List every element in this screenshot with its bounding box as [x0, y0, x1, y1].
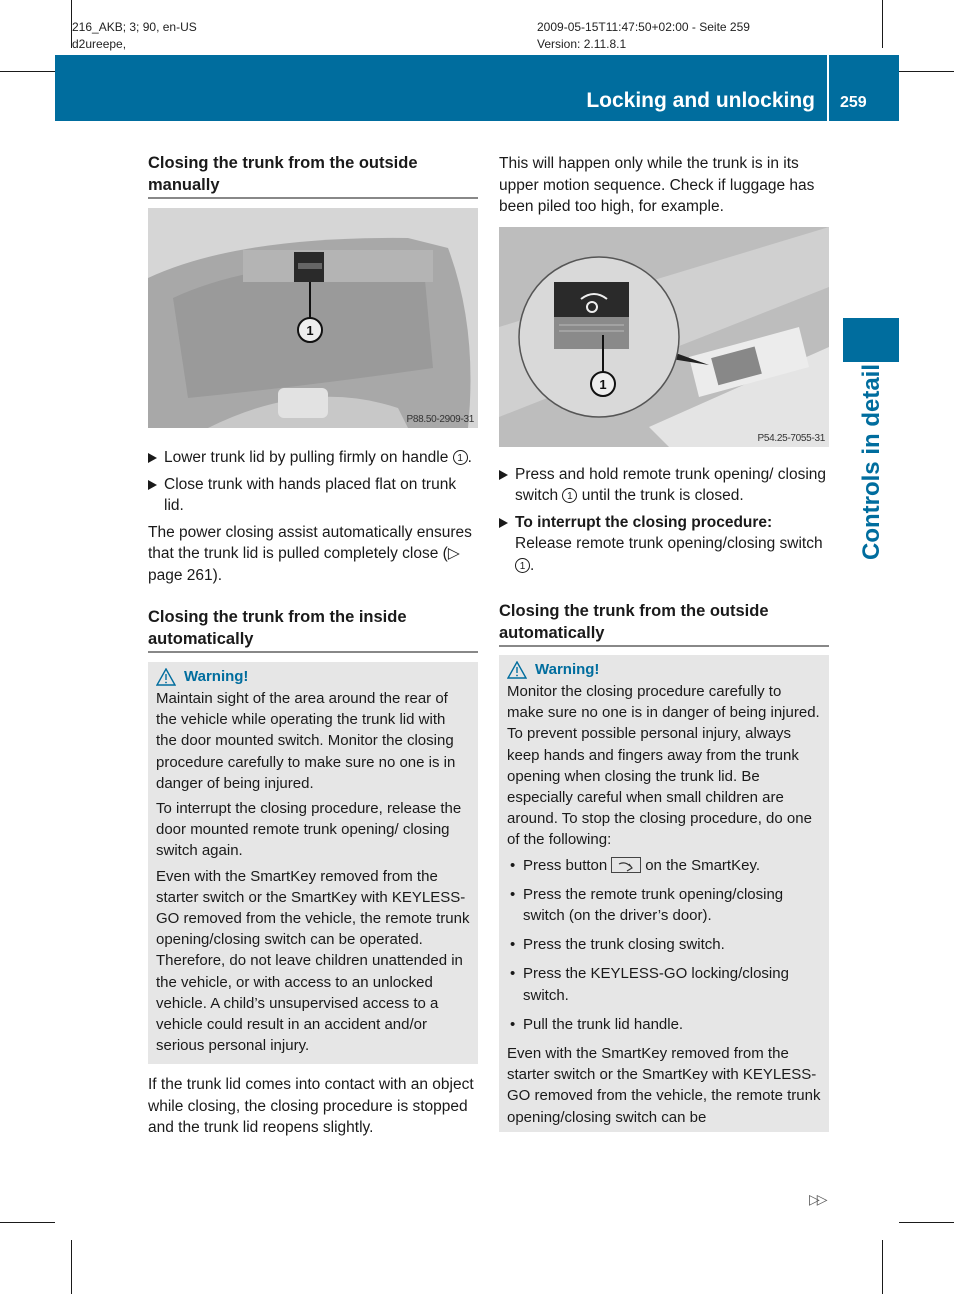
- figure1-id: P88.50-2909-31: [406, 414, 474, 425]
- left-column: Closing the trunk from the outside manua…: [148, 153, 478, 1139]
- warning-bullet: Press button on the SmartKey.: [507, 855, 821, 876]
- warning-header: Warning!: [507, 659, 821, 681]
- step-suffix: until the trunk is closed.: [581, 487, 744, 504]
- step-arrow-icon: [499, 517, 508, 528]
- meta-right-line1: 2009-05-15T11:47:50+02:00 - Seite 259: [537, 20, 750, 34]
- chapter-label: Controls in detail: [858, 363, 885, 561]
- bullet-text: Press button: [523, 856, 608, 874]
- step-press-hold-switch: Press and hold remote trunk opening/ clo…: [499, 464, 829, 507]
- trunk-lid-illustration: 1: [148, 208, 478, 428]
- callout-ref: 1: [452, 450, 468, 465]
- heading-outside-automatically: Closing the trunk from the outside autom…: [499, 601, 829, 647]
- meta-left-line1: 216_AKB; 3; 90, en-US: [72, 20, 197, 34]
- meta-left-line2: d2ureepe,: [72, 37, 127, 51]
- upper-motion-paragraph: This will happen only while the trunk is…: [499, 155, 815, 215]
- continued-marker: ▷▷: [809, 1191, 827, 1207]
- step-interrupt-closing: To interrupt the closing procedure: Rele…: [499, 512, 829, 577]
- step-close-trunk: Close trunk with hands placed flat on tr…: [148, 474, 478, 517]
- contact-object-paragraph: If the trunk lid comes into contact with…: [148, 1076, 474, 1137]
- warning-bullet: Press the KEYLESS-GO locking/closing swi…: [507, 963, 821, 1005]
- step-lower-trunk-lid: Lower trunk lid by pulling firmly on han…: [148, 447, 478, 469]
- warning-bullet: Press the remote trunk opening/closing s…: [507, 884, 821, 926]
- warning-bullet: Pull the trunk lid handle.: [507, 1014, 821, 1035]
- page-number: 259: [840, 94, 867, 111]
- step-arrow-icon: [148, 453, 157, 463]
- print-meta-left: 216_AKB; 3; 90, en-US d2ureepe,: [72, 19, 197, 53]
- warning-bullet: Press the trunk closing switch.: [507, 934, 821, 955]
- warning-triangle-icon: [156, 668, 176, 686]
- step-text: Release remote trunk opening/closing swi…: [515, 535, 823, 552]
- chapter-tab: [843, 318, 899, 362]
- warning-paragraph: To interrupt the closing procedure, rele…: [156, 800, 462, 860]
- crop-mark: [0, 1222, 55, 1223]
- warning-header: Warning!: [156, 666, 470, 688]
- figure2-callout: 1: [599, 377, 606, 392]
- callout-ref: 1: [515, 557, 530, 573]
- warning-paragraph: Maintain sight of the area around the re…: [156, 690, 456, 792]
- right-column: This will happen only while the trunk is…: [499, 153, 829, 1132]
- heading-outside-manually: Closing the trunk from the outside manua…: [148, 153, 478, 199]
- step-text: Lower trunk lid by pulling firmly on han…: [164, 449, 449, 466]
- warning-box: Warning! Maintain sight of the area arou…: [148, 662, 478, 1065]
- warning-paragraph: Even with the SmartKey removed from the …: [156, 867, 470, 1055]
- door-switch-photo: 1 P54.25-7055-31: [499, 226, 829, 447]
- power-closing-paragraph: The power closing assist automatically e…: [148, 523, 472, 584]
- crop-mark: [882, 0, 883, 48]
- warning-intro: Monitor the closing procedure carefully …: [507, 683, 820, 849]
- crop-mark: [882, 1240, 883, 1294]
- crop-mark: [0, 71, 55, 72]
- step-bold-label: To interrupt the closing procedure:: [515, 513, 773, 531]
- crop-mark: [899, 1222, 954, 1223]
- trunk-key-button-icon: [611, 856, 642, 873]
- step-arrow-icon: [148, 479, 157, 490]
- figure1-callout: 1: [306, 323, 313, 338]
- step-suffix: .: [530, 556, 535, 574]
- section-banner: Locking and unlocking 259: [55, 55, 899, 121]
- figure2-id: P54.25-7055-31: [757, 432, 825, 444]
- crop-mark: [899, 71, 954, 72]
- meta-right-line2: Version: 2.11.8.1: [537, 37, 627, 51]
- crop-mark: [71, 1240, 72, 1294]
- step-arrow-icon: [499, 469, 508, 480]
- step-suffix: .: [467, 449, 472, 466]
- warning-title: Warning!: [184, 668, 249, 685]
- warning-outro: Even with the SmartKey removed from the …: [507, 1045, 821, 1126]
- trunk-lid-photo: 1 P88.50-2909-31: [148, 208, 478, 428]
- warning-title: Warning!: [535, 661, 600, 678]
- banner-divider: [827, 55, 829, 121]
- step-text: Close trunk with hands placed flat on tr…: [164, 475, 457, 515]
- warning-triangle-icon: [507, 661, 527, 679]
- warning-box: Warning! Monitor the closing procedure c…: [499, 655, 829, 1132]
- section-title: Locking and unlocking: [586, 89, 815, 112]
- callout-ref: 1: [562, 488, 578, 503]
- door-switch-illustration: 1: [499, 226, 829, 447]
- bullet-text: on the SmartKey.: [645, 856, 760, 874]
- print-meta-right: 2009-05-15T11:47:50+02:00 - Seite 259 Ve…: [537, 19, 750, 53]
- heading-inside-automatically: Closing the trunk from the inside automa…: [148, 607, 478, 653]
